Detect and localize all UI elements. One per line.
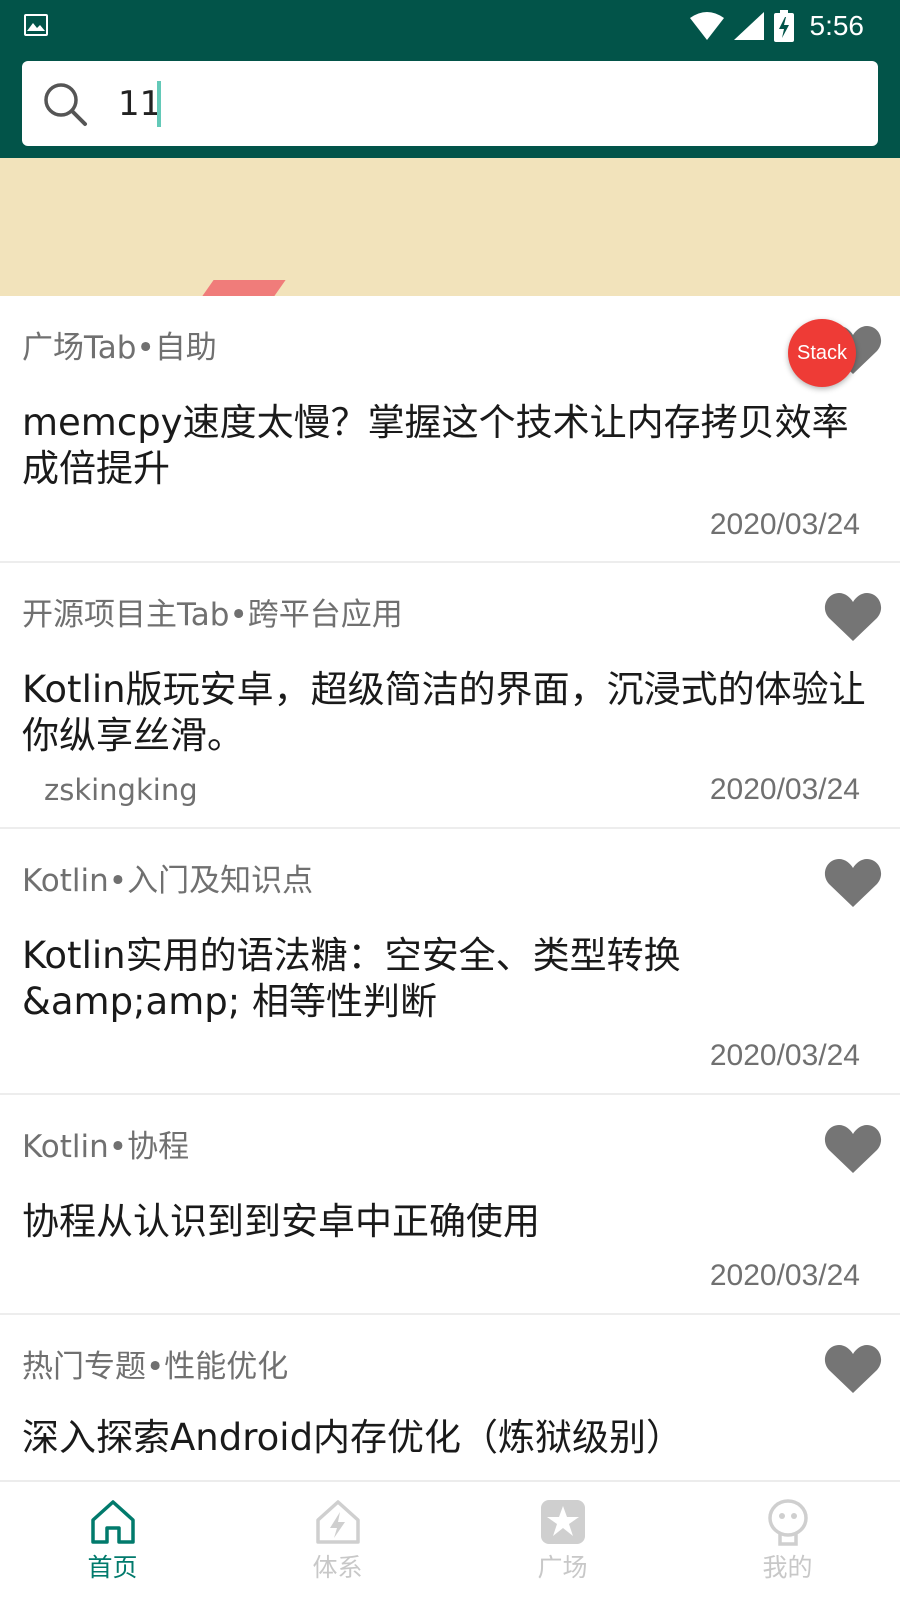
heart-icon[interactable] — [824, 1123, 882, 1175]
battery-charging-icon — [773, 10, 794, 42]
wifi-icon — [689, 12, 724, 40]
article-chapter: 开源项目主Tab•跨平台应用 — [22, 597, 403, 633]
nav-square[interactable]: 广场 — [450, 1482, 675, 1600]
article-chapter: 热门专题•性能优化 — [22, 1349, 289, 1385]
banner-carousel[interactable] — [0, 158, 900, 296]
article-card[interactable]: 开源项目主Tab•跨平台应用 Kotlin版玩安卓，超级简洁的界面，沉浸式的体验… — [0, 563, 900, 829]
nav-square-label: 广场 — [537, 1553, 588, 1582]
article-date: 2020/03/24 — [709, 508, 860, 541]
article-chapter: Kotlin•入门及知识点 — [22, 863, 314, 899]
stack-fab-button[interactable]: Stack — [788, 319, 856, 387]
nav-system-label: 体系 — [312, 1553, 363, 1582]
article-author: zskingking — [44, 773, 198, 807]
status-time: 5:56 — [809, 10, 865, 41]
article-card[interactable]: Kotlin•协程 协程从认识到到安卓中正确使用 2020/03/24 — [0, 1095, 900, 1315]
search-bar[interactable] — [22, 61, 878, 146]
heart-icon[interactable] — [824, 857, 882, 909]
article-chapter: Kotlin•协程 — [22, 1129, 190, 1165]
heart-icon[interactable] — [824, 591, 882, 643]
article-title: Kotlin版玩安卓，超级简洁的界面，沉浸式的体验让你纵享丝滑。 — [22, 668, 866, 757]
text-cursor — [157, 81, 161, 127]
article-title: 深入探索Android内存优化（炼狱级别） — [22, 1416, 684, 1459]
bottom-navigation: 首页 体系 广场 我的 — [0, 1480, 900, 1600]
article-card[interactable]: 热门专题•性能优化 深入探索Android内存优化（炼狱级别） — [0, 1315, 900, 1480]
search-icon — [44, 83, 87, 126]
article-title: memcpy速度太慢？掌握这个技术让内存拷贝效率成倍提升 — [22, 401, 849, 490]
article-card[interactable]: Kotlin•入门及知识点 Kotlin实用的语法糖：空安全、类型转换 &amp… — [0, 829, 900, 1095]
article-date: 2020/03/24 — [709, 773, 860, 806]
system-icon — [315, 1500, 360, 1544]
search-input[interactable] — [118, 75, 858, 133]
article-date: 2020/03/24 — [709, 1259, 860, 1292]
status-bar: 5:56 — [0, 0, 900, 52]
nav-home[interactable]: 首页 — [0, 1482, 225, 1600]
nav-profile-label: 我的 — [762, 1553, 813, 1582]
article-chapter: 广场Tab•自助 — [22, 330, 217, 366]
image-notification-icon — [24, 14, 48, 36]
nav-home-label: 首页 — [87, 1553, 138, 1582]
article-date: 2020/03/24 — [709, 1039, 860, 1072]
article-list[interactable]: 广场Tab•自助 memcpy速度太慢？掌握这个技术让内存拷贝效率成倍提升 20… — [0, 296, 900, 1480]
heart-icon[interactable] — [824, 1343, 882, 1395]
status-icons: 5:56 — [689, 8, 865, 44]
profile-icon — [767, 1499, 808, 1546]
article-card[interactable]: 广场Tab•自助 memcpy速度太慢？掌握这个技术让内存拷贝效率成倍提升 20… — [0, 296, 900, 563]
home-icon — [90, 1500, 135, 1544]
nav-system[interactable]: 体系 — [225, 1482, 450, 1600]
nav-profile[interactable]: 我的 — [675, 1482, 900, 1600]
article-title: Kotlin实用的语法糖：空安全、类型转换 &amp;amp; 相等性判断 — [22, 934, 681, 1023]
cell-signal-icon — [733, 12, 764, 40]
article-title: 协程从认识到到安卓中正确使用 — [22, 1200, 540, 1243]
app-header: 5:56 — [0, 0, 900, 158]
banner-image-fragment — [202, 280, 286, 296]
square-icon — [540, 1500, 585, 1544]
